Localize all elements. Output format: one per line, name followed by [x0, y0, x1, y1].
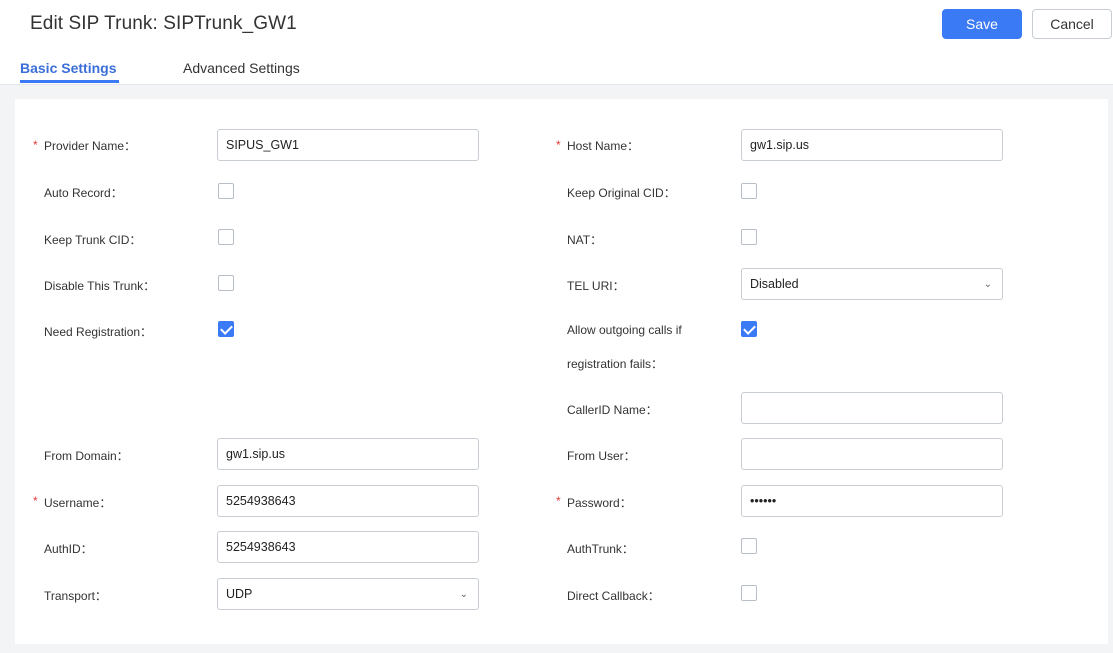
required-marker: *	[556, 138, 561, 152]
from-domain-label: From Domain：	[44, 449, 129, 463]
authid-input[interactable]: 5254938643	[217, 531, 479, 563]
allow-outgoing-label-line2: registration fails：	[567, 357, 664, 371]
keep-original-cid-checkbox[interactable]	[741, 183, 757, 199]
transport-value: UDP	[226, 587, 253, 601]
need-registration-checkbox[interactable]	[218, 321, 234, 337]
keep-original-cid-label: Keep Original CID：	[567, 186, 676, 200]
transport-label: Transport：	[44, 589, 107, 603]
from-domain-input[interactable]: gw1.sip.us	[217, 438, 479, 470]
tab-basic-settings[interactable]: Basic Settings	[20, 60, 116, 76]
callerid-name-input[interactable]	[741, 392, 1003, 424]
settings-form: * Provider Name： SIPUS_GW1 * Host Name： …	[15, 99, 1108, 644]
password-label: Password：	[567, 496, 632, 510]
keep-trunk-cid-checkbox[interactable]	[218, 229, 234, 245]
page-header: Edit SIP Trunk: SIPTrunk_GW1 Save Cancel…	[0, 0, 1113, 85]
tel-uri-select[interactable]: Disabled ⌄	[741, 268, 1003, 300]
username-label: Username：	[44, 496, 112, 510]
disable-trunk-checkbox[interactable]	[218, 275, 234, 291]
chevron-down-icon: ⌄	[983, 278, 992, 290]
authtrunk-checkbox[interactable]	[741, 538, 757, 554]
direct-callback-label: Direct Callback：	[567, 589, 660, 603]
active-tab-indicator	[20, 80, 119, 83]
cancel-button[interactable]: Cancel	[1032, 9, 1112, 39]
disable-trunk-label: Disable This Trunk：	[44, 279, 156, 293]
nat-checkbox[interactable]	[741, 229, 757, 245]
authtrunk-label: AuthTrunk：	[567, 542, 634, 556]
transport-select[interactable]: UDP ⌄	[217, 578, 479, 610]
tel-uri-value: Disabled	[750, 277, 799, 291]
allow-outgoing-label-line1: Allow outgoing calls if	[567, 323, 682, 337]
page-title: Edit SIP Trunk: SIPTrunk_GW1	[30, 13, 297, 34]
provider-name-input[interactable]: SIPUS_GW1	[217, 129, 479, 161]
from-user-input[interactable]	[741, 438, 1003, 470]
password-input[interactable]: ••••••	[741, 485, 1003, 517]
host-name-label: Host Name：	[567, 139, 640, 153]
required-marker: *	[33, 494, 38, 508]
authid-label: AuthID：	[44, 542, 93, 556]
auto-record-checkbox[interactable]	[218, 183, 234, 199]
tab-advanced-settings[interactable]: Advanced Settings	[183, 60, 300, 76]
required-marker: *	[556, 494, 561, 508]
host-name-input[interactable]: gw1.sip.us	[741, 129, 1003, 161]
auto-record-label: Auto Record：	[44, 186, 123, 200]
keep-trunk-cid-label: Keep Trunk CID：	[44, 233, 142, 247]
required-marker: *	[33, 138, 38, 152]
chevron-down-icon: ⌄	[459, 588, 468, 600]
callerid-name-label: CallerID Name：	[567, 403, 658, 417]
need-registration-label: Need Registration：	[44, 325, 153, 339]
save-button[interactable]: Save	[942, 9, 1022, 39]
allow-outgoing-checkbox[interactable]	[741, 321, 757, 337]
nat-label: NAT：	[567, 233, 603, 247]
username-input[interactable]: 5254938643	[217, 485, 479, 517]
provider-name-label: Provider Name：	[44, 139, 137, 153]
from-user-label: From User：	[567, 449, 636, 463]
direct-callback-checkbox[interactable]	[741, 585, 757, 601]
tel-uri-label: TEL URI：	[567, 279, 625, 293]
